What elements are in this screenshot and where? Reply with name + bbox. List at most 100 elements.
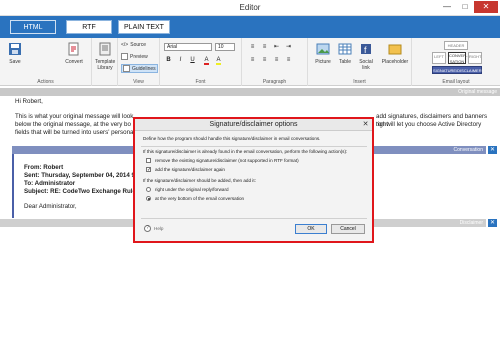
actions-group-label: Actions: [37, 79, 54, 85]
layout-right-button[interactable]: RIGHT: [468, 52, 482, 64]
dialog-intro-text: Define how the program should handle thi…: [143, 136, 321, 141]
save-icon: [9, 43, 21, 55]
font-color-icon[interactable]: A: [202, 56, 211, 65]
add-again-checkbox[interactable]: ✓: [146, 167, 151, 173]
layout-conversation-button[interactable]: CONVER-SATION: [448, 52, 467, 64]
dialog-found-heading: If this signature/disclaimer is already …: [143, 149, 348, 154]
sent-line: Sent: Thursday, September 04, 2014 9:: [24, 172, 138, 179]
underline-button[interactable]: U: [188, 56, 197, 64]
placeholder-label: Placeholder: [381, 59, 409, 65]
outdent-icon[interactable]: ⇤: [272, 43, 281, 51]
layout-left-button[interactable]: LEFT: [432, 52, 446, 64]
table-label: Table: [339, 59, 351, 65]
ribbon-group-insert: Picture Table f Social link Placeholder …: [308, 38, 412, 86]
minimize-button[interactable]: —: [438, 1, 456, 13]
convert-icon: [68, 42, 79, 56]
dear-line: Dear Administrator,: [24, 203, 77, 210]
bold-button[interactable]: B: [164, 56, 173, 64]
save-button[interactable]: Save: [6, 42, 24, 65]
mode-rtf-button[interactable]: RTF: [66, 20, 112, 34]
help-icon[interactable]: ?: [144, 225, 151, 232]
signature-options-dialog: Signature/disclaimer options ✕ Define ho…: [133, 117, 374, 243]
close-window-button[interactable]: ✕: [474, 1, 498, 13]
insert-placeholder-button[interactable]: Placeholder: [380, 42, 410, 65]
source-icon: </>: [121, 42, 129, 48]
under-original-label: right under the original reply/forward: [155, 187, 229, 192]
view-source-button[interactable]: </> Source: [121, 42, 146, 48]
mode-plain-text-button[interactable]: PLAIN TEXT: [118, 20, 170, 34]
align-justify-icon[interactable]: ≡: [284, 56, 293, 64]
insert-table-button[interactable]: Table: [336, 42, 354, 65]
highlight-color-icon[interactable]: A: [214, 56, 223, 65]
conversation-close-button[interactable]: ✕: [488, 146, 497, 154]
align-right-icon[interactable]: ≡: [272, 56, 281, 64]
dialog-close-button[interactable]: ✕: [361, 120, 370, 129]
under-original-radio[interactable]: [146, 187, 151, 192]
help-link[interactable]: Help: [154, 226, 163, 231]
placeholder-icon: [388, 44, 402, 55]
social-link-label: Social link: [359, 59, 373, 71]
email-layout-group-label: Email layout: [442, 79, 470, 85]
view-preview-label: Preview: [130, 53, 148, 60]
italic-button[interactable]: I: [176, 56, 185, 64]
ribbon-group-email-layout: HEADER LEFT CONVER-SATION RIGHT SIGNATUR…: [412, 38, 500, 86]
original-message-bar: Original message: [0, 88, 500, 96]
table-icon: [338, 43, 352, 55]
save-label: Save: [9, 59, 21, 65]
greeting-text: Hi Robert,: [15, 98, 43, 105]
dialog-title: Signature/disclaimer options: [135, 119, 372, 131]
layout-signature-button[interactable]: SIGNATURE/DISCLAIMER: [432, 66, 482, 74]
numbered-list-icon[interactable]: ≡: [260, 43, 269, 51]
ok-button[interactable]: OK: [295, 224, 327, 234]
ribbon-group-view: </> Source Preview Guidelines View: [118, 38, 160, 86]
editor-mode-bar: HTML RTF PLAIN TEXT: [0, 16, 500, 38]
remove-existing-checkbox[interactable]: [146, 158, 151, 163]
bullet-list-icon[interactable]: ≡: [248, 43, 257, 51]
picture-label: Picture: [315, 59, 331, 65]
picture-icon: [316, 43, 330, 55]
remove-existing-label: remove the existing signature/disclaimer…: [155, 158, 299, 163]
body-line-3: fields that will be turned into users' p…: [15, 129, 134, 136]
insert-group-label: Insert: [353, 79, 366, 85]
bottom-of-conversation-radio[interactable]: [146, 196, 151, 201]
mode-html-button[interactable]: HTML: [10, 20, 56, 34]
template-library-label: Template Library: [95, 59, 116, 71]
align-center-icon[interactable]: ≡: [260, 56, 269, 64]
view-source-label: Source: [130, 42, 147, 48]
dialog-footer-divider: [141, 218, 367, 219]
ribbon-group-actions: Save Convert Actions: [0, 38, 92, 86]
from-line: From: Robert: [24, 164, 64, 171]
font-size-select[interactable]: 10: [215, 43, 235, 51]
ribbon-toolbar: Save Convert Actions Template Library </…: [0, 38, 500, 86]
window-title: Editor: [239, 3, 261, 12]
preview-icon: [121, 53, 128, 60]
disclaimer-close-button[interactable]: ✕: [488, 219, 497, 227]
cancel-button[interactable]: Cancel: [331, 224, 365, 234]
conversation-left-rule: [12, 154, 14, 218]
paragraph-group-label: Paragraph: [262, 79, 287, 85]
convert-button[interactable]: Convert: [62, 42, 86, 65]
dialog-added-heading: If the signature/disclaimer should be ad…: [143, 178, 256, 183]
template-library-button[interactable]: Template Library: [95, 42, 115, 71]
font-family-select[interactable]: Arial: [164, 43, 212, 51]
social-link-icon: f: [361, 44, 371, 55]
align-left-icon[interactable]: ≡: [248, 56, 257, 64]
ribbon-group-font: Arial 10 B I U A A Font: [160, 38, 242, 86]
add-again-label: add the signature/disclaimer again: [155, 167, 225, 172]
maximize-button[interactable]: □: [456, 1, 474, 13]
view-guidelines-button[interactable]: Guidelines: [121, 64, 158, 73]
bottom-of-conversation-label: at the very bottom of the email conversa…: [155, 196, 245, 201]
font-group-label: Font: [195, 79, 206, 85]
insert-picture-button[interactable]: Picture: [312, 42, 334, 65]
view-guidelines-label: Guidelines: [132, 65, 156, 72]
body-line-2: below the original message, at the very …: [15, 121, 131, 128]
indent-icon[interactable]: ⇥: [284, 43, 293, 51]
ribbon-group-template-library: Template Library: [92, 38, 118, 86]
template-library-icon: [99, 42, 111, 56]
body-line-1: This is what your original message will …: [15, 113, 134, 120]
ribbon-group-paragraph: ≡ ≡ ⇤ ⇥ ≡ ≡ ≡ ≡ Paragraph: [242, 38, 308, 86]
dialog-divider: [141, 146, 367, 147]
view-preview-button[interactable]: Preview: [121, 53, 148, 60]
insert-social-link-button[interactable]: f Social link: [356, 42, 376, 71]
layout-header-button[interactable]: HEADER: [444, 41, 468, 50]
